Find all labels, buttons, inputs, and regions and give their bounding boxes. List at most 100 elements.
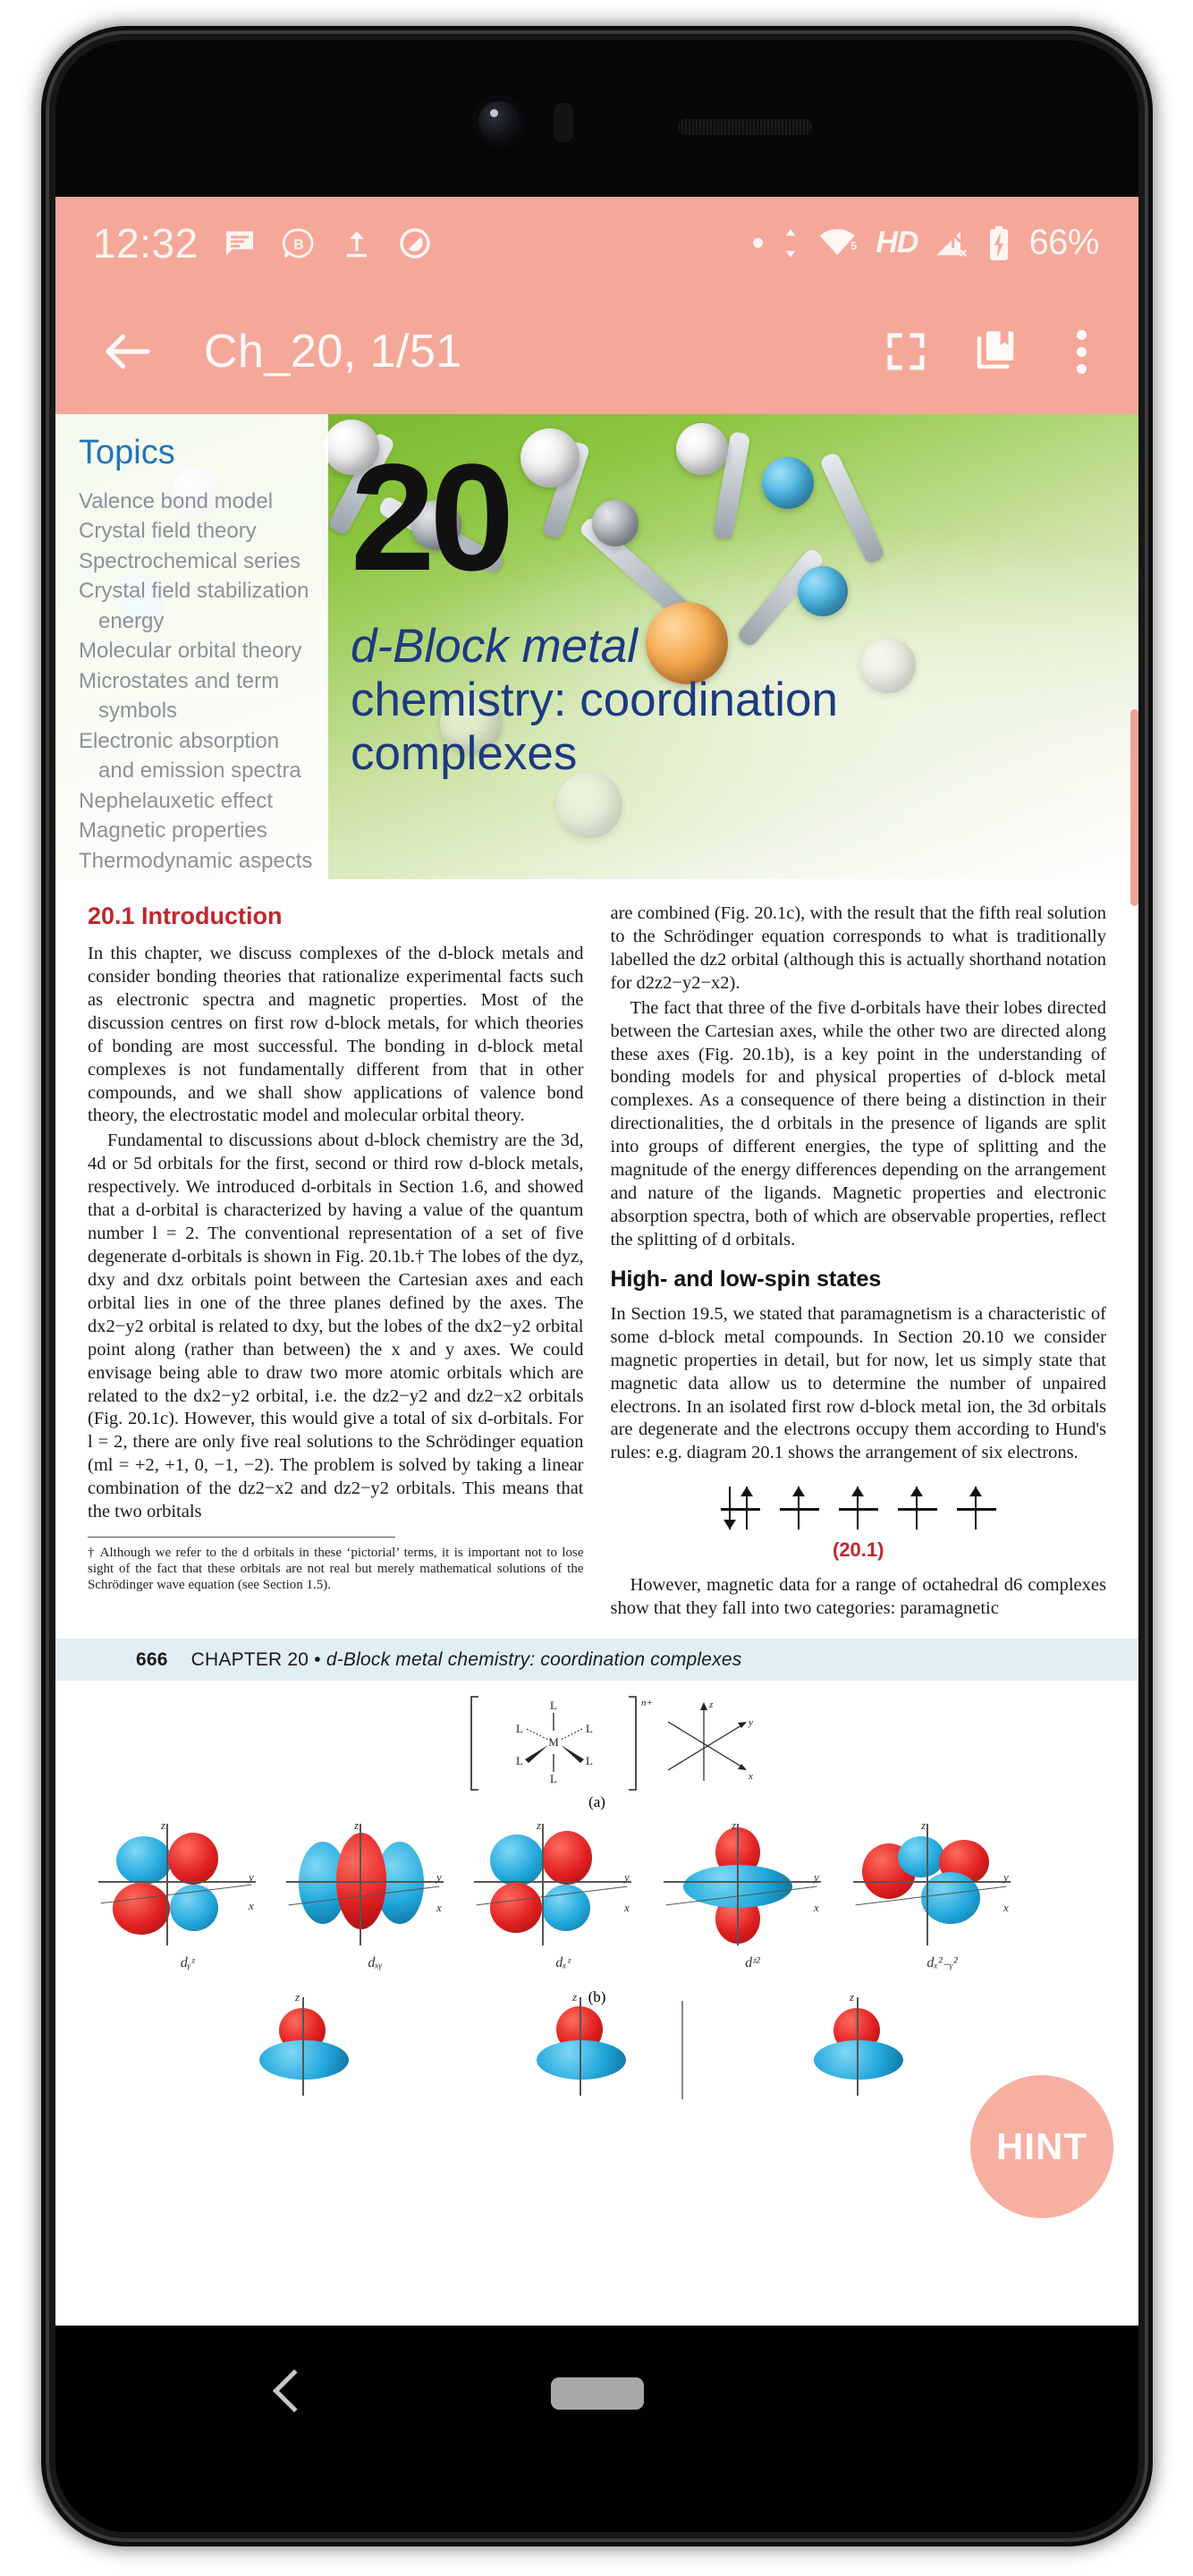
figure-20-1c-partial: z z z: [55, 1994, 1138, 2110]
molecule-atom: [556, 772, 622, 838]
svg-text:L: L: [516, 1722, 523, 1735]
body-paragraph: are combined (Fig. 20.1c), with the resu…: [610, 903, 1107, 993]
orbital-dxy: y x z dₓᵧ: [279, 1818, 471, 1977]
pdf-document-viewport[interactable]: 20 d-Block metal chemistry: coordination…: [55, 414, 1138, 2326]
front-camera-icon: [478, 101, 520, 142]
pdf-page-figure: 666 CHAPTER 20 • d-Block metal chemistry:…: [55, 1639, 1138, 2111]
topic-item: and emission spectra: [98, 758, 301, 784]
orbital-label: dₓᶻ: [555, 1955, 571, 1971]
overflow-dot: [1077, 346, 1087, 357]
page-number: 666: [136, 1649, 168, 1671]
topic-item: Molecular orbital theory: [79, 639, 302, 664]
electron-configuration-diagram: [611, 1485, 1107, 1533]
orbital-dyz: y x z dᵧᶻ: [91, 1818, 283, 1977]
orbital-box: [838, 1485, 878, 1533]
spin-up-arrow-icon: [851, 1487, 863, 1530]
wifi-icon: 5: [818, 226, 859, 260]
android-navigation-bar: [55, 2326, 1138, 2532]
nav-home-pill[interactable]: [550, 2377, 644, 2410]
chapter-title-line-2: chemistry: coordination: [351, 673, 838, 726]
topic-item: Thermodynamic aspects: [79, 848, 313, 873]
orbital-box: [897, 1485, 937, 1533]
svg-text:L: L: [550, 1772, 557, 1785]
phone-screen-bezel: 12:32 B 5 HD 66% Ch_20, 1/51 20 d-Block …: [55, 40, 1138, 2532]
topic-item: Crystal field theory: [79, 519, 257, 544]
svg-text:L: L: [586, 1754, 593, 1767]
orbital-box: [779, 1485, 819, 1533]
spin-up-arrow-icon: [792, 1487, 804, 1530]
back-arrow-icon[interactable]: [98, 322, 157, 381]
status-clock: 12:32: [93, 219, 199, 267]
chapter-hero-image: 20 d-Block metal chemistry: coordination…: [55, 414, 1138, 879]
topic-item: Valence bond model: [79, 489, 274, 513]
status-bar-right-group: 5 HD 66%: [753, 223, 1099, 263]
topic-item: Microstates and term: [79, 668, 280, 693]
overflow-dot: [1077, 363, 1087, 374]
body-paragraph: However, magnetic data for a range of oc…: [610, 1575, 1107, 1619]
body-paragraph: The fact that three of the five d-orbita…: [610, 997, 1107, 1250]
molecule-atom: [592, 500, 639, 547]
topic-item: Crystal field stabilization: [79, 579, 309, 604]
figure-20-1b: y x z dᵧᶻ y x z dₓᵧ y x z dₓᶻ y x z dᶻ² …: [55, 1815, 1138, 2005]
orbital-box: [956, 1485, 996, 1533]
running-head-bullet: •: [314, 1649, 321, 1671]
topics-sidebar: Topics Valence bond model Crystal field …: [55, 414, 328, 879]
toolbar-actions: [882, 327, 1103, 376]
chapter-number: 20: [351, 433, 514, 603]
hd-label: HD: [876, 225, 918, 259]
battery-charging-icon: [986, 225, 1012, 261]
orbital-label: dₓᵧ: [368, 1955, 383, 1971]
vertical-scrollbar-thumb[interactable]: [1130, 709, 1138, 906]
figure-a-caption: (a): [588, 1793, 605, 1811]
device-screen: 12:32 B 5 HD 66% Ch_20, 1/51 20 d-Block …: [55, 197, 1138, 2326]
topics-heading: Topics: [79, 434, 175, 471]
body-column-left: 20.1 Introduction In this chapter, we di…: [88, 902, 584, 1623]
footnote-divider: [88, 1537, 395, 1538]
orbital-dz2: y x z dᶻ²: [656, 1818, 849, 1977]
running-head: 666 CHAPTER 20 • d-Block metal chemistry:…: [55, 1640, 1138, 1682]
topic-item: energy: [98, 608, 165, 633]
cartesian-axes-diagram: z y x: [667, 1699, 753, 1782]
body-paragraph: Fundamental to discussions about d-block…: [88, 1131, 584, 1522]
upload-icon: [340, 226, 374, 260]
topic-item: Magnetic properties: [79, 818, 267, 843]
molecule-atom: [520, 428, 580, 487]
spin-up-arrow-icon: [969, 1487, 981, 1530]
svg-text:L: L: [586, 1722, 593, 1735]
signal-no-service-icon: [934, 226, 969, 260]
fullscreen-icon[interactable]: [882, 327, 930, 376]
svg-text:B: B: [293, 237, 303, 252]
status-bar: 12:32 B 5 HD 66%: [55, 197, 1138, 289]
body-paragraph: In Section 19.5, we stated that paramagn…: [610, 1303, 1107, 1463]
bookmark-library-icon[interactable]: [971, 327, 1020, 376]
chapter-body-columns: 20.1 Introduction In this chapter, we di…: [55, 879, 1138, 1640]
orbital-label: dₓ²₋ᵧ²: [926, 1955, 958, 1971]
running-head-chapter: CHAPTER 20: [190, 1649, 309, 1671]
section-heading: 20.1 Introduction: [88, 902, 283, 929]
nav-back-icon[interactable]: [272, 2368, 317, 2413]
orbital-box-paired: [720, 1485, 760, 1533]
app-toolbar: Ch_20, 1/51: [55, 289, 1138, 414]
notification-dot-icon: [753, 238, 764, 248]
data-transfer-icon: [779, 226, 802, 260]
chapter-title: d-Block metal chemistry: coordination co…: [351, 620, 1113, 781]
notes-notification-icon: [222, 225, 258, 261]
body-column-right: are combined (Fig. 20.1c), with the resu…: [611, 902, 1107, 1623]
overflow-menu-icon[interactable]: [1061, 329, 1103, 374]
svg-text:L: L: [516, 1754, 523, 1767]
topic-item: symbols: [98, 699, 178, 724]
device-top-bezel: [55, 40, 1138, 197]
page-title: Ch_20, 1/51: [204, 326, 462, 377]
bluetooth-chat-b-icon: B: [281, 225, 317, 261]
molecule-bond: [818, 451, 886, 565]
molecule-atom: [762, 457, 814, 509]
do-not-disturb-icon: [397, 225, 433, 261]
pdf-page-chapter-opener: 20 d-Block metal chemistry: coordination…: [55, 414, 1138, 1640]
figure-20-1a: n+ L L M L L L L z y x (a): [55, 1681, 1138, 1815]
molecule-atom: [798, 566, 848, 616]
orbital-label: dᶻ²: [745, 1955, 760, 1971]
octahedral-complex-diagram: n+ L L M L L L L: [470, 1696, 653, 1791]
spin-up-arrow-icon: [740, 1487, 752, 1530]
hint-button[interactable]: HINT: [970, 2075, 1113, 2218]
svg-text:x: x: [748, 1771, 753, 1782]
